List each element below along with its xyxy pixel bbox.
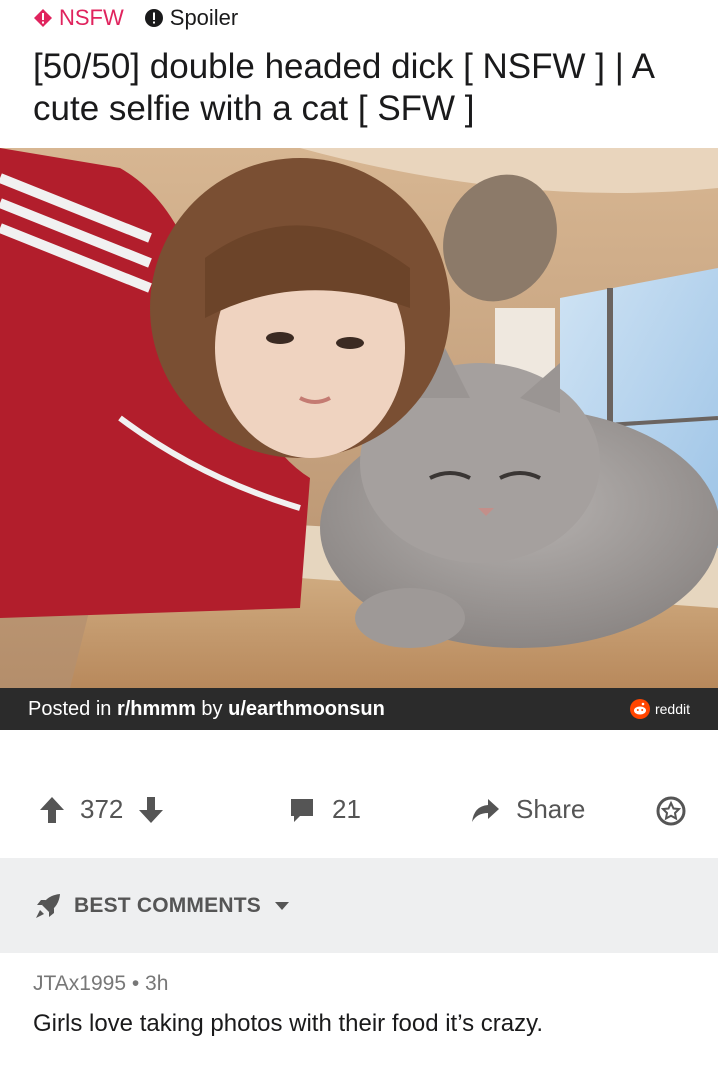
comment-author[interactable]: JTAx1995 [33,972,126,995]
downvote-icon[interactable] [137,795,165,825]
post-action-bar: 372 21 Share [0,760,718,860]
comment-sort-bar[interactable]: BEST COMMENTS [0,858,718,953]
comments-button[interactable]: 21 [288,794,361,825]
nsfw-tag: NSFW [33,5,124,31]
share-icon [472,798,499,822]
share-label: Share [516,794,586,824]
rocket-icon [36,893,60,918]
chevron-down-icon [274,901,289,910]
award-icon [656,796,686,826]
caption-by: by [195,697,229,720]
post-image[interactable] [0,148,718,730]
vote-group: 372 [38,794,165,825]
post-title[interactable]: [50/50] double headed dick [ NSFW ] | A … [33,46,693,130]
spoiler-alert-icon [144,9,163,27]
nsfw-label: NSFW [59,5,124,30]
reddit-brand-label: reddit [654,701,690,717]
caption-prefix: Posted in [28,697,117,720]
comment-body: Girls love taking photos with their food… [33,1010,543,1037]
subreddit-link[interactable]: r/hmmm [117,698,196,720]
spoiler-tag: Spoiler [144,5,238,31]
upvote-icon[interactable] [38,795,66,825]
meta-separator: • [126,972,146,995]
award-button[interactable] [656,796,686,831]
sort-label: BEST COMMENTS [74,893,261,917]
nsfw-diamond-icon [34,9,52,27]
vote-count: 372 [80,794,124,824]
selfie-with-cat-image [0,148,718,688]
post-tags: NSFW Spoiler [33,4,238,32]
comment-item[interactable]: JTAx1995 • 3h Girls love taking photos w… [33,972,693,1038]
comment-icon [291,798,313,822]
comment-age: 3h [145,972,169,995]
reddit-watermark: reddit [629,699,690,719]
share-button[interactable]: Share [470,794,585,825]
post-attribution: Posted in r/hmmm by u/earthmoonsun [28,698,385,721]
reddit-logo-icon [629,699,650,719]
user-link[interactable]: u/earthmoonsun [228,698,385,720]
spoiler-label: Spoiler [169,5,239,30]
comment-meta: JTAx1995 • 3h [33,972,693,996]
image-caption-bar: Posted in r/hmmm by u/earthmoonsun reddi… [0,688,718,730]
comment-count: 21 [332,794,361,824]
